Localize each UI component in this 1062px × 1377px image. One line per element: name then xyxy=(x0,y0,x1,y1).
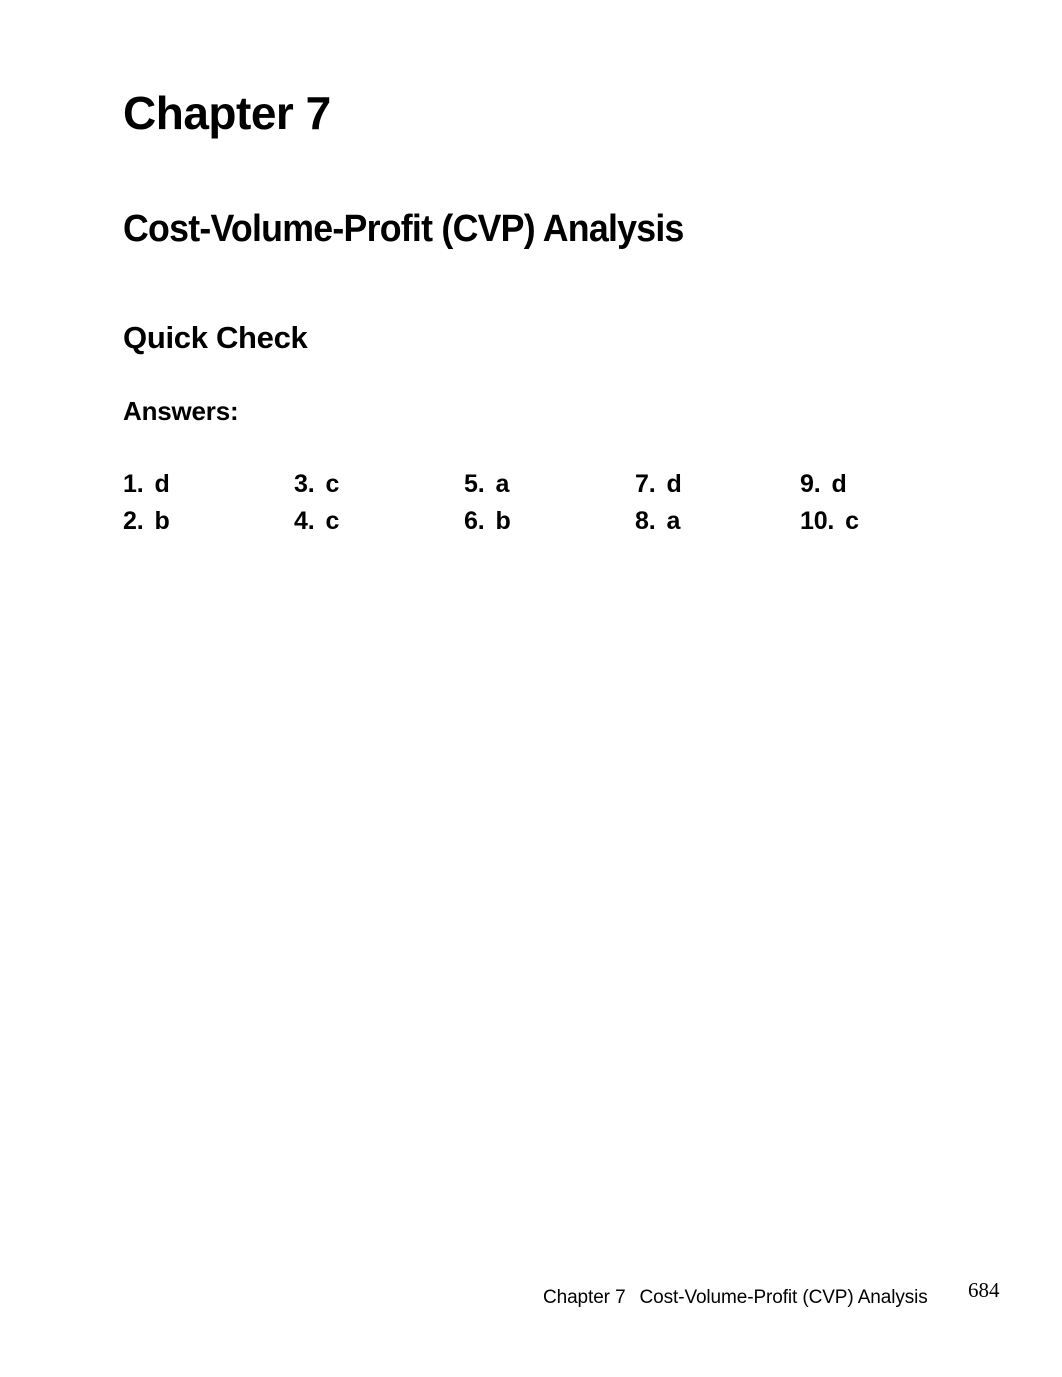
answer-letter: d xyxy=(154,470,170,498)
answer-number: 8. xyxy=(635,507,656,535)
answer-item: 5. a xyxy=(464,466,511,503)
answer-letter: a xyxy=(666,507,681,535)
answer-number: 7. xyxy=(635,470,656,498)
answer-letter: c xyxy=(325,470,340,498)
answer-item: 2. b xyxy=(123,503,170,540)
answer-column: 5. a 6. b xyxy=(464,466,511,540)
answer-letter: d xyxy=(666,470,682,498)
answer-number: 5. xyxy=(464,470,485,498)
answer-item: 3. c xyxy=(294,466,339,503)
answer-number: 2. xyxy=(123,507,144,535)
answer-item: 1. d xyxy=(123,466,170,503)
answer-number: 10. xyxy=(800,507,835,535)
answer-number: 4. xyxy=(294,507,315,535)
answer-item: 8. a xyxy=(635,503,682,540)
answer-letter: c xyxy=(325,507,340,535)
answer-item: 7. d xyxy=(635,466,682,503)
answer-letter: c xyxy=(845,507,859,535)
answer-column: 1. d 2. b xyxy=(123,466,170,540)
document-title: Cost-Volume-Profit (CVP) Analysis xyxy=(123,208,684,250)
answer-number: 9. xyxy=(800,470,821,498)
answer-column: 3. c 4. c xyxy=(294,466,339,540)
answer-column: 7. d 8. a xyxy=(635,466,682,540)
answer-item: 4. c xyxy=(294,503,339,540)
answer-item: 10. c xyxy=(800,503,859,540)
footer-chapter-label: Chapter 7 xyxy=(543,1287,626,1308)
section-heading-quick-check: Quick Check xyxy=(123,320,308,355)
page-footer: Chapter 7 Cost-Volume-Profit (CVP) Analys… xyxy=(543,1288,928,1307)
answer-number: 1. xyxy=(123,470,144,498)
answer-letter: b xyxy=(154,507,170,535)
subsection-heading-answers: Answers: xyxy=(123,396,239,426)
answer-letter: a xyxy=(495,470,510,498)
answer-column: 9. d 10. c xyxy=(800,466,859,540)
answer-number: 3. xyxy=(294,470,315,498)
answer-number: 6. xyxy=(464,507,485,535)
footer-title-label: Cost-Volume-Profit (CVP) Analysis xyxy=(639,1287,928,1308)
answer-item: 9. d xyxy=(800,466,859,503)
page-number: 684 xyxy=(968,1278,1000,1302)
document-page: Chapter 7 Cost-Volume-Profit (CVP) Analy… xyxy=(0,0,1062,1377)
answer-letter: b xyxy=(495,507,511,535)
answer-item: 6. b xyxy=(464,503,511,540)
chapter-title: Chapter 7 xyxy=(123,87,331,139)
answer-letter: d xyxy=(831,470,847,498)
